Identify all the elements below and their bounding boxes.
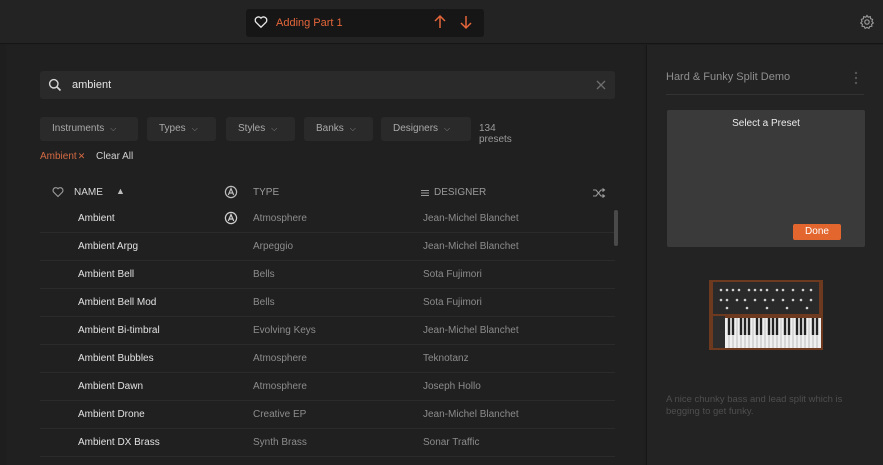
preset-type: Creative EP [253,409,307,420]
chevron-down-icon: ⌵ [110,124,117,133]
preset-designer: Teknotanz [423,353,469,364]
table-row[interactable]: Ambient Atmosphere Jean-Michel Blanchet [40,205,615,233]
preset-name: Ambient Bell Mod [78,297,157,308]
shuffle-icon[interactable] [592,186,606,200]
factory-icon [224,211,238,225]
factory-icon[interactable] [224,185,238,199]
preset-type: Bells [253,297,275,308]
preset-browser: ambient Instruments ⌵ Types ⌵ Styles ⌵ Bank… [6,45,644,465]
arrow-up-icon[interactable] [433,14,447,30]
preset-description: A nice chunky bass and lead split which … [666,394,843,417]
table-row[interactable]: Ambient Bell Bells Sota Fujimori [40,261,615,289]
tag-ambient[interactable]: Ambient✕ [40,151,85,162]
filter-styles[interactable]: Styles ⌵ [226,117,295,141]
search-bar[interactable]: ambient [40,71,615,99]
preset-type: Atmosphere [253,381,307,392]
select-preset-title: Select a Preset [732,118,800,129]
filter-banks[interactable]: Banks ⌵ [304,117,373,141]
preset-name: Ambient Bell [78,269,135,280]
heart-icon[interactable] [254,15,268,29]
column-type[interactable]: TYPE [253,187,279,198]
preset-list: Ambient Atmosphere Jean-Michel Blanchet … [40,205,615,457]
preset-detail-panel: Hard & Funky Split Demo Select a Preset … [646,45,883,465]
table-row[interactable]: Ambient Bell Mod Bells Sota Fujimori [40,289,615,317]
synth-image [709,280,823,350]
gear-icon[interactable] [859,14,875,30]
column-designer[interactable]: DESIGNER [434,187,486,198]
preset-designer: Sonar Traffic [423,437,480,448]
close-icon[interactable] [595,79,607,91]
filter-types[interactable]: Types ⌵ [147,117,216,141]
preset-type: Bells [253,269,275,280]
table-row[interactable]: Ambient Dawn Atmosphere Joseph Hollo [40,373,615,401]
filter-label: Types [159,123,186,134]
filter-label: Designers [393,123,439,134]
filter-instruments[interactable]: Instruments ⌵ [40,117,138,141]
scrollbar-thumb[interactable] [614,210,618,246]
part-selector[interactable]: Adding Part 1 [246,9,484,37]
preset-designer: Jean-Michel Blanchet [423,325,519,336]
search-input[interactable]: ambient [72,79,111,91]
table-row[interactable]: Ambient Bi-timbral Evolving Keys Jean-Mi… [40,317,615,345]
part-title: Adding Part 1 [276,17,343,29]
arrow-down-icon[interactable] [459,14,473,30]
filter-designers[interactable]: Designers ⌵ [381,117,471,141]
more-options-icon[interactable] [850,69,862,87]
top-bar: Adding Part 1 [0,0,883,44]
tag-label: Ambient [40,151,77,162]
preset-name: Ambient Bubbles [78,353,154,364]
preset-type: Atmosphere [253,353,307,364]
chevron-down-icon: ⌵ [191,124,198,133]
preset-name: Ambient Dawn [78,381,144,392]
clear-all-button[interactable]: Clear All [96,151,133,162]
preset-designer: Jean-Michel Blanchet [423,409,519,420]
preset-name: Ambient Drone [78,409,145,420]
filter-label: Instruments [52,123,105,134]
list-icon [421,189,429,197]
table-header: NAME ▲ TYPE DESIGNER [40,183,615,203]
close-icon[interactable]: ✕ [78,151,86,161]
preset-name: Ambient [78,213,115,224]
preset-designer: Joseph Hollo [423,381,481,392]
preset-designer: Sota Fujimori [423,297,482,308]
preset-type: Synth Brass [253,437,307,448]
preset-name: Ambient Bi-timbral [78,325,160,336]
select-preset-box: Select a Preset Done [667,110,865,247]
table-row[interactable]: Ambient Drone Creative EP Jean-Michel Bl… [40,401,615,429]
preset-type: Arpeggio [253,241,294,252]
column-name[interactable]: NAME [74,187,103,198]
done-button[interactable]: Done [793,224,841,240]
preset-count: 134 presets [479,123,512,145]
current-preset-title: Hard & Funky Split Demo [666,71,791,83]
preset-type: Evolving Keys [253,325,316,336]
divider [666,94,864,95]
preset-name: Ambient Arpg [78,241,139,252]
filter-label: Styles [238,123,266,134]
active-tags: Ambient✕ Clear All [40,151,133,162]
preset-designer: Jean-Michel Blanchet [423,241,519,252]
preset-name: Ambient DX Brass [78,437,160,448]
search-icon [48,78,62,92]
chevron-down-icon: ⌵ [349,124,356,133]
chevron-down-icon: ⌵ [271,124,278,133]
preset-type: Atmosphere [253,213,307,224]
table-row[interactable]: Ambient Bubbles Atmosphere Teknotanz [40,345,615,373]
preset-designer: Sota Fujimori [423,269,482,280]
heart-icon[interactable] [52,186,64,198]
preset-designer: Jean-Michel Blanchet [423,213,519,224]
table-row[interactable]: Ambient Arpg Arpeggio Jean-Michel Blanch… [40,233,615,261]
chevron-down-icon: ⌵ [444,124,451,133]
filter-label: Banks [316,123,344,134]
sort-ascending-icon[interactable]: ▲ [116,186,125,196]
table-row[interactable]: Ambient DX Brass Synth Brass Sonar Traff… [40,429,615,457]
